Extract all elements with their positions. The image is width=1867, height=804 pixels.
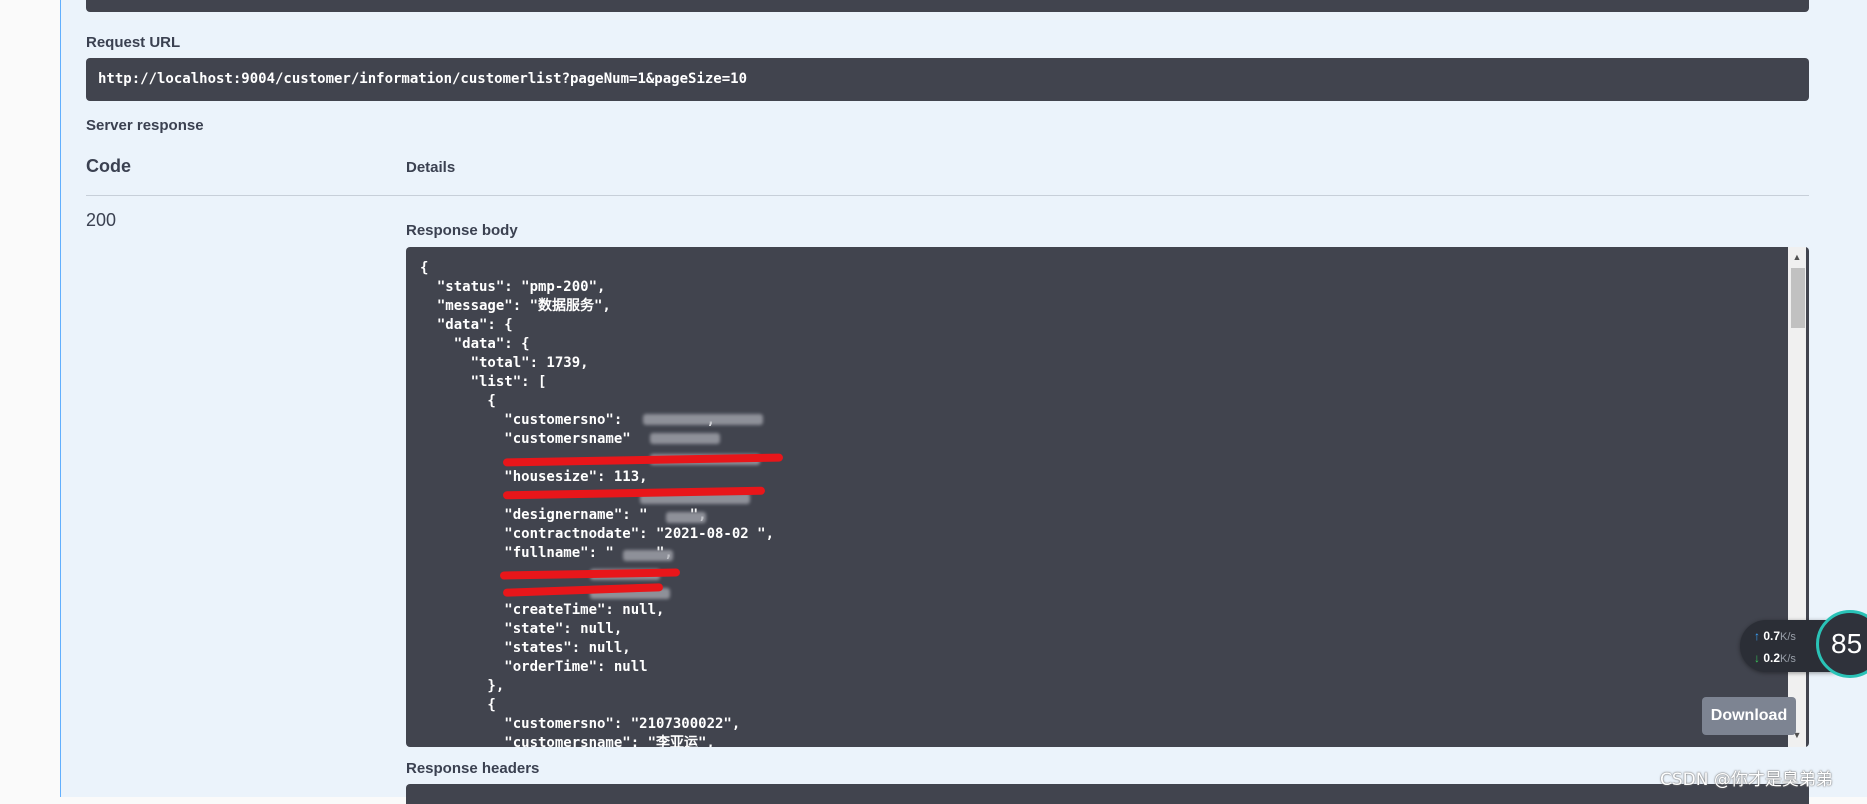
network-speed-widget[interactable]: ↑ 0.7K/s ↓ 0.2K/s 85: [1740, 610, 1867, 690]
status-code: 200: [86, 210, 117, 230]
response-headers-label: Response headers: [406, 760, 540, 777]
server-response-label: Server response: [86, 117, 204, 134]
request-url-box[interactable]: http://localhost:9004/customer/informati…: [86, 58, 1809, 101]
upload-speed: ↑ 0.7K/s: [1754, 629, 1796, 643]
upload-unit: K/s: [1780, 631, 1796, 643]
details-column-header: Details: [406, 159, 456, 176]
download-arrow-icon: ↓: [1754, 651, 1760, 665]
redacted-value: [650, 433, 720, 444]
upload-arrow-icon: ↑: [1754, 629, 1760, 643]
redacted-value: [666, 512, 706, 523]
table-divider: [86, 195, 1809, 196]
code-column-header: Code: [86, 156, 131, 176]
curl-box-bottom: [86, 0, 1809, 12]
download-button[interactable]: Download: [1702, 697, 1796, 735]
redacted-value: [623, 550, 673, 561]
response-headers-box[interactable]: [406, 784, 1809, 804]
scrollbar-thumb[interactable]: [1791, 268, 1805, 328]
download-speed: ↓ 0.2K/s: [1754, 651, 1796, 665]
download-value: 0.2: [1763, 651, 1781, 665]
download-unit: K/s: [1780, 653, 1796, 665]
request-url-label: Request URL: [86, 34, 181, 51]
response-body-label: Response body: [406, 222, 518, 239]
upload-value: 0.7: [1763, 629, 1781, 643]
scroll-up-arrow-icon[interactable]: ▲: [1791, 251, 1803, 263]
watermark: CSDN @你才是臭弟弟: [1660, 770, 1833, 790]
redacted-value: [643, 414, 763, 425]
